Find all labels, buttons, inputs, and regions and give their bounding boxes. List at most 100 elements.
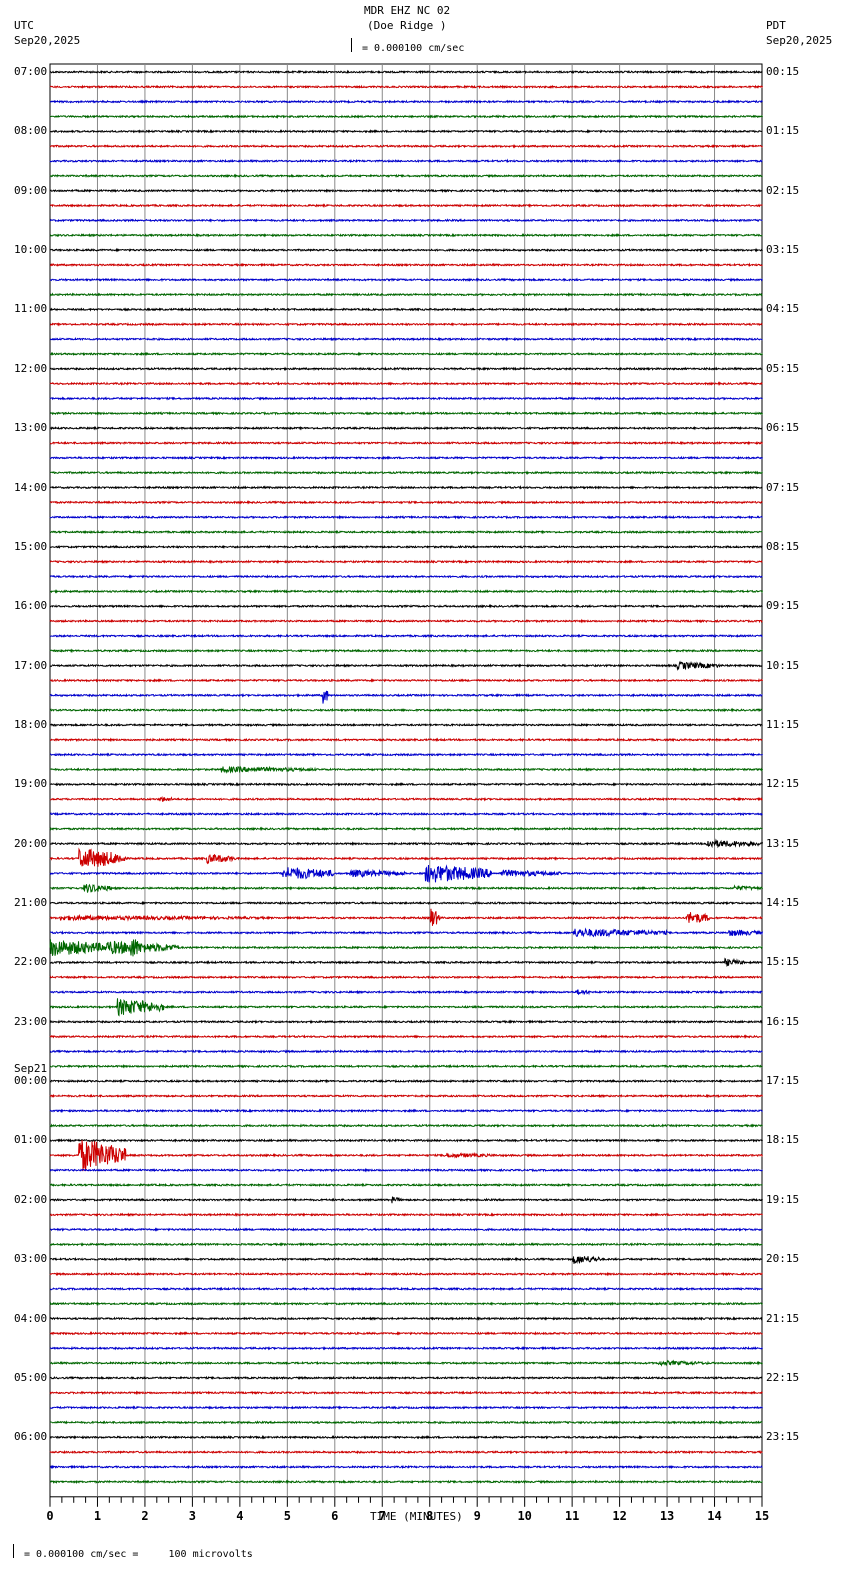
seismic-trace xyxy=(49,795,763,802)
x-tick-label: 8 xyxy=(426,1509,433,1523)
seismic-trace xyxy=(49,114,763,119)
seismic-trace xyxy=(49,1108,763,1114)
utc-hour-label: 21:00 xyxy=(14,896,48,910)
seismic-trace xyxy=(49,633,763,639)
x-tick-label: 7 xyxy=(379,1509,386,1523)
utc-hour-label: 17:00 xyxy=(14,658,48,672)
seismic-trace xyxy=(50,322,763,327)
seismic-trace xyxy=(49,1078,763,1084)
seismic-trace xyxy=(49,470,763,476)
seismic-trace xyxy=(49,782,763,787)
seismic-trace xyxy=(49,838,763,849)
pdt-hour-label: 03:15 xyxy=(766,243,800,257)
utc-hour-label: 19:00 xyxy=(14,777,48,791)
pdt-hour-label: 04:15 xyxy=(766,302,800,316)
seismic-trace xyxy=(49,998,763,1017)
seismic-trace xyxy=(49,1449,763,1455)
x-tick-label: 15 xyxy=(755,1509,769,1523)
utc-hour-label: 12:00 xyxy=(14,361,48,375)
x-tick-label: 9 xyxy=(474,1509,481,1523)
utc-hour-label: 20:00 xyxy=(14,836,48,850)
seismic-trace xyxy=(49,847,763,867)
pdt-hour-label: 12:15 xyxy=(766,777,800,791)
seismic-trace xyxy=(49,1375,763,1381)
seismic-trace xyxy=(49,752,763,757)
seismic-trace xyxy=(49,544,763,550)
helicorder-plot: 0 1 2 3 4 5 6 7 8 9 10 11 12 13 14 15 xyxy=(46,63,769,1523)
utc-hour-label: 09:00 xyxy=(14,183,48,197)
utc-hour-label: 01:00 xyxy=(14,1133,48,1147)
seismic-trace xyxy=(49,811,763,817)
seismic-trace xyxy=(49,1167,763,1173)
pdt-hour-label: 10:15 xyxy=(766,658,800,672)
utc-hour-label: 23:00 xyxy=(14,1014,48,1028)
seismic-trace xyxy=(49,425,763,431)
pdt-hour-label: 07:15 xyxy=(766,480,800,494)
seismic-trace xyxy=(49,660,763,671)
utc-hour-label: 14:00 xyxy=(14,480,48,494)
x-tick-label: 0 xyxy=(46,1509,53,1523)
seismic-trace xyxy=(49,514,763,520)
seismic-trace xyxy=(49,1242,763,1247)
seismic-trace xyxy=(49,84,763,90)
seismic-trace xyxy=(49,1405,763,1411)
seismic-trace xyxy=(49,1093,763,1099)
seismic-trace xyxy=(49,203,763,209)
seismic-trace xyxy=(49,1123,763,1128)
utc-hour-label: 15:00 xyxy=(14,539,48,553)
seismic-trace xyxy=(49,500,763,505)
utc-hour-label: 03:00 xyxy=(14,1252,48,1266)
seismic-trace xyxy=(49,529,763,535)
pdt-hour-label: 09:15 xyxy=(766,599,800,613)
seismic-trace xyxy=(49,690,763,704)
seismic-trace xyxy=(49,336,763,342)
x-tick-label: 12 xyxy=(612,1509,626,1523)
seismic-trace xyxy=(49,864,763,883)
seismic-trace xyxy=(49,588,763,594)
x-tick-label: 6 xyxy=(331,1509,338,1523)
pdt-hour-label: 06:15 xyxy=(766,421,800,435)
seismic-trace xyxy=(50,262,763,268)
utc-hour-label: 11:00 xyxy=(14,302,48,316)
x-tick-label: 10 xyxy=(517,1509,531,1523)
seismic-trace xyxy=(49,618,763,624)
seismic-trace xyxy=(49,143,763,149)
seismic-trace xyxy=(49,989,763,996)
x-tick-label: 11 xyxy=(565,1509,579,1523)
seismic-trace xyxy=(49,1345,763,1351)
seismic-trace xyxy=(49,826,763,832)
utc-hour-label: 02:00 xyxy=(14,1192,48,1206)
pdt-hour-label: 16:15 xyxy=(766,1014,800,1028)
pdt-hour-label: 15:15 xyxy=(766,955,800,969)
x-tick-label: 14 xyxy=(707,1509,721,1523)
seismic-trace xyxy=(49,900,763,906)
pdt-hour-label: 22:15 xyxy=(766,1370,800,1384)
seismic-trace xyxy=(49,1140,763,1172)
seismic-trace xyxy=(49,1255,763,1265)
seismic-trace xyxy=(49,1034,763,1040)
seismic-trace xyxy=(49,188,763,194)
seismic-trace xyxy=(49,1019,763,1025)
seismic-trace xyxy=(50,1464,763,1470)
utc-hour-label: 07:00 xyxy=(14,65,48,78)
seismic-trace xyxy=(49,765,763,774)
seismic-trace xyxy=(49,277,763,283)
utc-hour-label: 16:00 xyxy=(14,599,48,613)
pdt-hour-label: 00:15 xyxy=(766,65,800,78)
seismic-trace xyxy=(49,722,763,728)
seismic-trace xyxy=(49,158,763,164)
seismic-trace xyxy=(49,232,763,238)
pdt-hour-label: 14:15 xyxy=(766,896,800,910)
x-tick-label: 4 xyxy=(236,1509,243,1523)
seismic-trace xyxy=(49,1227,763,1232)
seismic-trace xyxy=(49,1434,763,1440)
seismic-trace xyxy=(49,366,763,372)
seismic-trace xyxy=(49,1138,763,1143)
seismic-trace xyxy=(49,1479,763,1485)
pdt-hour-label: 18:15 xyxy=(766,1133,800,1147)
seismic-trace xyxy=(49,1359,763,1367)
seismic-trace xyxy=(49,974,763,980)
seismic-trace xyxy=(49,1316,763,1321)
utc-hour-label: 10:00 xyxy=(14,243,48,257)
seismic-trace xyxy=(49,737,763,743)
